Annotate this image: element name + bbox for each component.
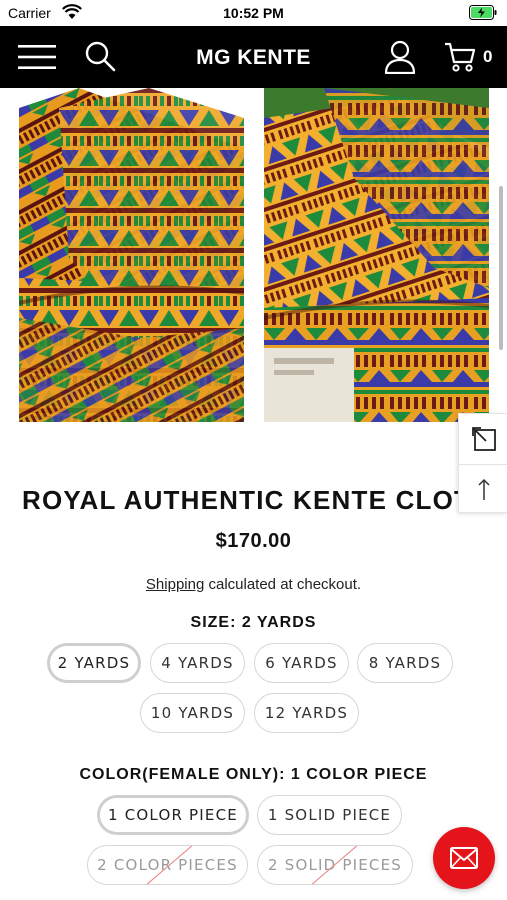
side-action-panel	[458, 413, 507, 513]
product-image-1[interactable]	[19, 88, 244, 422]
battery-charging-icon	[469, 5, 497, 20]
menu-icon[interactable]	[18, 43, 56, 71]
product-price: $170.00	[215, 530, 292, 552]
size-option-2-yards[interactable]: 2 YARDS	[47, 643, 141, 683]
mail-icon	[450, 847, 478, 869]
color-heading: COLOR(FEMALE ONLY): 1 COLOR PIECE	[79, 766, 428, 783]
search-icon[interactable]	[84, 40, 116, 72]
expand-icon[interactable]	[471, 426, 497, 452]
cart-icon[interactable]	[444, 42, 476, 72]
clock: 10:52 PM	[223, 5, 284, 21]
contact-mail-button[interactable]	[433, 827, 495, 889]
size-option-6-yards[interactable]: 6 YARDS	[254, 643, 349, 683]
account-icon[interactable]	[384, 40, 416, 74]
app-header: MG KENTE 0	[0, 26, 507, 88]
brand-logo[interactable]: MG KENTE	[0, 46, 507, 70]
size-option-10-yards[interactable]: 10 YARDS	[140, 693, 245, 733]
shipping-link[interactable]: Shipping	[146, 576, 204, 593]
color-option-1-color-piece[interactable]: 1 COLOR PIECE	[97, 795, 249, 835]
scroll-indicator[interactable]	[499, 186, 503, 350]
size-option-12-yards[interactable]: 12 YARDS	[254, 693, 359, 733]
scroll-to-top-icon[interactable]	[473, 476, 495, 502]
color-option-label: 2 SOLID PIECES	[268, 856, 402, 874]
shipping-note-text: calculated at checkout.	[204, 576, 362, 593]
size-option-4-yards[interactable]: 4 YARDS	[150, 643, 245, 683]
product-image-2[interactable]	[264, 88, 489, 422]
status-bar: Carrier 10:52 PM	[0, 0, 507, 26]
color-option-label: 2 COLOR PIECES	[97, 856, 238, 874]
size-option-8-yards[interactable]: 8 YARDS	[357, 643, 453, 683]
color-option-1-solid-piece[interactable]: 1 SOLID PIECE	[257, 795, 402, 835]
product-title: ROYAL AUTHENTIC KENTE CLOTH	[22, 485, 458, 515]
kente-cloth-image	[264, 88, 489, 422]
shipping-note: Shipping calculated at checkout.	[0, 576, 507, 593]
color-option-2-solid-pieces[interactable]: 2 SOLID PIECES	[257, 845, 413, 885]
side-panel-divider	[459, 464, 507, 465]
color-option-2-color-pieces[interactable]: 2 COLOR PIECES	[87, 845, 248, 885]
cart-count-badge[interactable]: 0	[483, 47, 492, 67]
kente-cloth-image	[19, 88, 244, 422]
size-heading: SIZE: 2 YARDS	[190, 614, 317, 631]
